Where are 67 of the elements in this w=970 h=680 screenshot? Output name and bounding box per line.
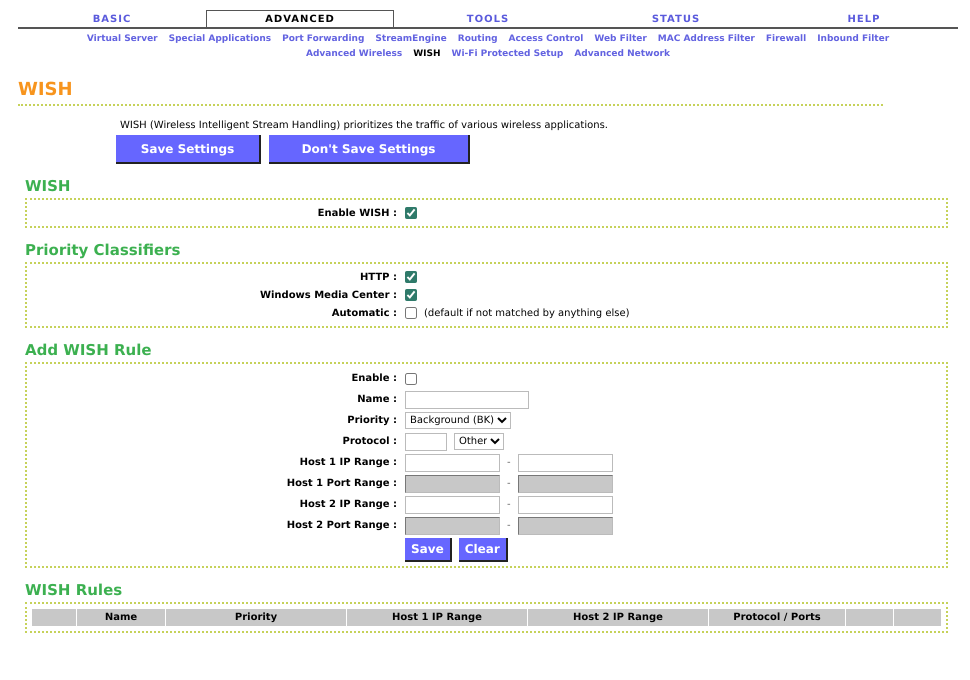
column-header: Name xyxy=(77,609,165,626)
section-heading: WISH Rules xyxy=(25,580,124,600)
section-heading: WISH xyxy=(25,176,72,196)
nav-link[interactable]: WISH xyxy=(413,47,441,61)
nav-tab[interactable]: BASIC xyxy=(18,10,206,27)
nav-tab[interactable]: HELP xyxy=(770,10,958,27)
checkbox[interactable] xyxy=(405,271,417,283)
field-label: HTTP : xyxy=(358,272,397,282)
field-label: Automatic : xyxy=(330,308,397,318)
column-header: Protocol / Ports xyxy=(709,609,845,626)
page-title: WISH xyxy=(18,79,883,106)
nav-link[interactable]: Firewall xyxy=(766,32,806,46)
field-label: Host 2 Port Range : xyxy=(286,520,397,531)
input-field[interactable] xyxy=(405,390,529,408)
checkbox[interactable] xyxy=(405,207,417,219)
checkbox[interactable] xyxy=(405,307,417,319)
dropdown[interactable]: Other xyxy=(454,433,504,450)
nav-link[interactable]: Access Control xyxy=(508,32,584,46)
nav-link[interactable]: Web Filter xyxy=(594,32,647,46)
input-field[interactable] xyxy=(405,432,447,450)
field-label: Host 2 IP Range : xyxy=(298,499,397,510)
checkbox[interactable] xyxy=(405,289,417,301)
column-header: Host 1 IP Range xyxy=(347,609,527,626)
range-separator: - xyxy=(507,457,511,468)
field-label: Windows Media Center : xyxy=(258,290,397,300)
column-header: Host 2 IP Range xyxy=(528,609,708,626)
field-label: Enable : xyxy=(350,373,397,384)
nav-link[interactable]: Routing xyxy=(458,32,498,46)
clear-button[interactable]: Clear xyxy=(458,538,508,562)
field-label: Name : xyxy=(356,394,397,405)
nav-link[interactable]: StreamEngine xyxy=(375,32,447,46)
input-field[interactable] xyxy=(518,454,613,472)
field-label: Enable WISH : xyxy=(316,208,397,218)
range-separator: - xyxy=(507,478,511,489)
nav-tab[interactable]: STATUS xyxy=(582,10,770,27)
nav-link[interactable]: Port Forwarding xyxy=(282,32,364,46)
nav-link[interactable]: Advanced Network xyxy=(574,47,670,61)
field-label: Protocol : xyxy=(342,436,397,447)
input-field[interactable] xyxy=(405,454,500,472)
checkbox[interactable] xyxy=(405,372,417,384)
input-field[interactable] xyxy=(518,496,613,514)
range-separator: - xyxy=(507,499,511,510)
range-separator: - xyxy=(507,520,511,531)
hint-text: (default if not matched by anything else) xyxy=(424,308,630,318)
nav-link[interactable]: Wi-Fi Protected Setup xyxy=(452,47,564,61)
section-heading: Add WISH Rule xyxy=(25,340,153,360)
field-label: Host 1 IP Range : xyxy=(298,457,397,468)
description: WISH (Wireless Intelligent Stream Handling) prioritizes the traffic of various wireless applications. xyxy=(120,120,609,131)
nav-link[interactable]: MAC Address Filter xyxy=(658,32,755,46)
column-header: Priority xyxy=(166,609,346,626)
nav-link[interactable]: Special Applications xyxy=(168,32,272,46)
nav-link[interactable]: Advanced Wireless xyxy=(306,47,402,61)
column-header xyxy=(32,609,76,626)
column-header xyxy=(846,609,893,626)
dont-save-button[interactable]: Don't Save Settings xyxy=(269,135,470,164)
input-field[interactable] xyxy=(405,496,500,514)
save-button[interactable]: Save xyxy=(405,538,452,562)
dropdown[interactable]: Background (BK) xyxy=(405,412,511,429)
save-settings-button[interactable]: Save Settings xyxy=(116,135,261,164)
field-label: Host 1 Port Range : xyxy=(286,478,397,489)
nav-link[interactable]: Inbound Filter xyxy=(817,32,890,46)
column-header xyxy=(894,609,941,626)
section-heading: Priority Classifiers xyxy=(25,240,182,260)
nav-tab[interactable]: ADVANCED xyxy=(206,10,394,27)
field-label: Priority : xyxy=(346,415,397,426)
nav-link[interactable]: Virtual Server xyxy=(86,32,158,46)
nav-tab[interactable]: TOOLS xyxy=(394,10,582,27)
